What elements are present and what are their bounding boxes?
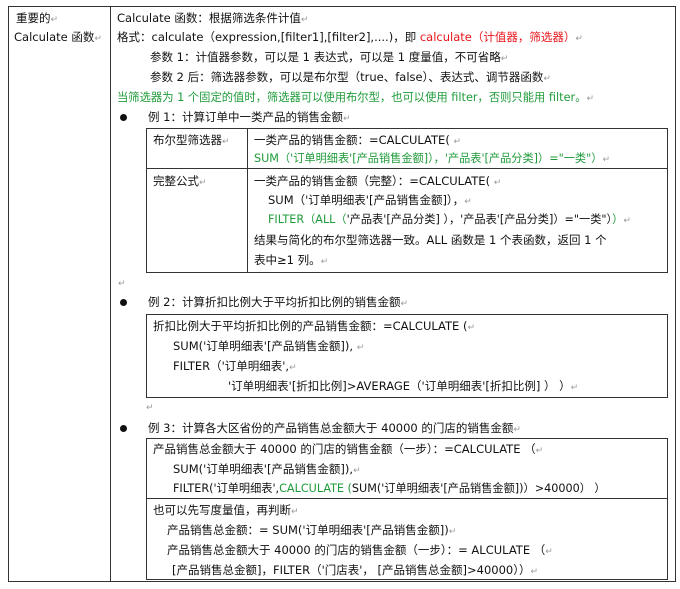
example1-row2-line5: 表中≥1 列。↵ — [254, 253, 329, 267]
example3-box2-line2: 产品销售总金额：= SUM('订单明细表'[产品销售金额])↵ — [167, 523, 457, 537]
example1-row-divider — [146, 168, 668, 169]
example1-row1-line1: 一类产品的销售金额：=CALCULATE( ↵ — [254, 133, 462, 147]
intro-param1: 参数 1：计值器参数，可以是 1 表达式，可以是 1 度量值，不可省略↵ — [150, 50, 509, 64]
example3-box1-line1: 产品销售总金额大于 40000 的门店的销售金额（一步）：=CALCULATE … — [153, 442, 544, 456]
intro-param2: 参数 2 后：筛选器参数，可以是布尔型（true、false）、表达式、调节器函… — [150, 70, 551, 84]
example1-row2-line4: 结果与简化的布尔型筛选器一致。ALL 函数是 1 个表函数，返回 1 个 — [254, 233, 607, 247]
bullet-example3 — [120, 425, 127, 432]
example3-box2-line1: 也可以先写度量值，再判断↵ — [153, 503, 299, 517]
example3-row-divider — [146, 498, 668, 499]
example1-row2-line3: FILTER（ALL（'产品表'[产品分类] ），'产品表'[产品分类]）="一… — [268, 213, 631, 226]
example3-box2-line3: 产品销售总金额大于 40000 的门店的销售金额（一步）：= ALCULATE … — [167, 543, 553, 557]
example1-row2-label: 完整公式↵ — [153, 174, 207, 188]
column-divider — [110, 6, 111, 582]
example1-row2-line1: 一类产品的销售金额（完整）：=CALCULATE( ↵ — [254, 174, 502, 188]
example3-box2-line4: [产品销售总金额]，FILTER（'门店表'， [产品销售总金额]>40000）… — [172, 563, 539, 577]
intro-line1: Calculate 函数：根据筛选条件计值↵ — [117, 11, 309, 25]
example2-line3: FILTER（'订单明细表',↵ — [173, 359, 297, 373]
example1-title: 例 1：计算订单中一类产品的销售金额↵ — [148, 110, 351, 124]
intro-green-note: 当筛选器为 1 个固定的值时，筛选器可以使用布尔型，也可以使用 filter，否… — [117, 91, 595, 104]
example1-row1-label: 布尔型筛选器↵ — [153, 133, 230, 147]
example2-line4: '订单明细表'[折扣比例]>AVERAGE（'订单明细表'[折扣比例] ） ）↵ — [228, 379, 579, 393]
example3-title: 例 3：计算各大区省份的产品销售总金额大于 40000 的门店的销售金额↵ — [148, 421, 521, 435]
example2-line1: 折扣比例大于平均折扣比例的产品销售金额：=CALCULATE (↵ — [153, 319, 476, 333]
example1-row2-line2: SUM（'订单明细表'[产品销售金额]），↵ — [268, 193, 472, 207]
example3-box1-line2: SUM('订单明细表'[产品销售金额]),↵ — [173, 462, 361, 476]
bullet-example2 — [120, 299, 127, 306]
paragraph-mark: ↵ — [118, 279, 126, 289]
example1-row1-line2: SUM（'订单明细表'[产品销售金额]），'产品表'[产品分类]）="一类"）↵ — [254, 152, 611, 165]
bullet-example1 — [120, 114, 127, 121]
example2-title: 例 2：计算折扣比例大于平均折扣比例的销售金额↵ — [148, 295, 409, 309]
left-label: 重要的↵ — [16, 11, 59, 25]
example1-col-divider — [247, 128, 248, 273]
example2-line2: SUM('订单明细表'[产品销售金额]), ↵ — [173, 339, 365, 353]
paragraph-mark: ↵ — [146, 403, 154, 413]
left-label-2: Calculate 函数↵ — [14, 30, 102, 44]
intro-format: 格式：calculate（expression,[filter1],[filte… — [117, 30, 583, 44]
example3-box1-line3: FILTER('订单明细表',CALCULATE (SUM('订单明细表'[产品… — [173, 482, 606, 495]
